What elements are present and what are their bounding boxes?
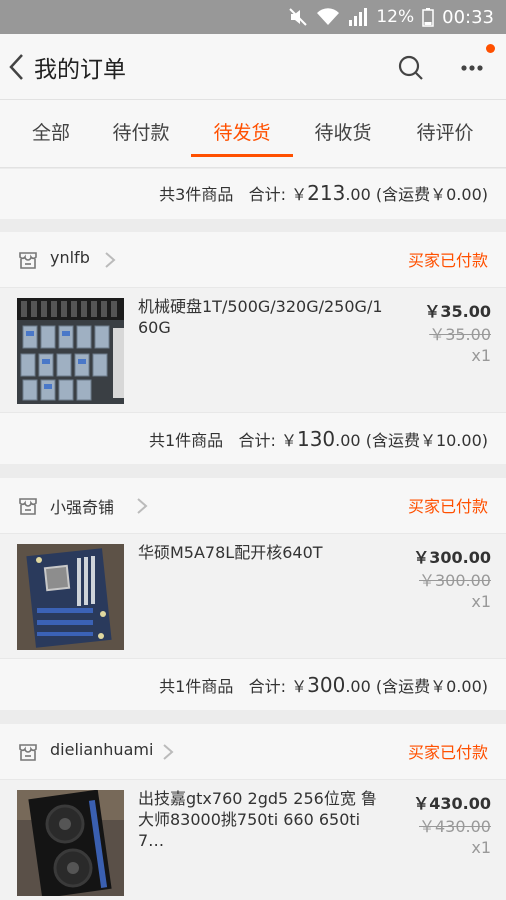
summary-shipping: (含运费￥0.00) — [375, 185, 488, 204]
overall-summary: 共3件商品 合计: ￥213.00 (含运费￥0.00) — [0, 169, 506, 219]
item-quantity: x1 — [471, 592, 491, 611]
battery-percent: 12% — [376, 7, 415, 27]
order-status: 买家已付款 — [407, 497, 488, 516]
order-shipping: (含运费￥0.00) — [375, 677, 488, 696]
item-title[interactable]: 出技嘉gtx760 2gd5 256位宽 鲁大师83000挑750ti 660 … — [138, 788, 384, 851]
order-card[interactable]: dielianhuami 买家已付款 出技嘉gtx760 2gd5 256位宽 … — [0, 724, 506, 900]
order-card[interactable]: 小强奇铺 买家已付款 华硕M5A78L配开核640T ￥300.00 ￥300.… — [0, 478, 506, 710]
item-price: ￥35.00 — [424, 302, 491, 321]
shop-header[interactable]: dielianhuami 买家已付款 — [0, 724, 506, 780]
chevron-right-icon — [162, 743, 174, 761]
item-title[interactable]: 华硕M5A78L配开核640T — [138, 542, 384, 563]
summary-total: 213 — [307, 181, 346, 205]
shop-header[interactable]: ynlfb 买家已付款 — [0, 232, 506, 288]
order-status: 买家已付款 — [407, 251, 488, 270]
store-icon — [18, 742, 38, 762]
order-total: 130 — [296, 427, 336, 451]
battery-icon — [422, 7, 434, 27]
summary-count: 共3件商品 — [159, 185, 234, 204]
item-original-price: ￥300.00 — [419, 571, 491, 590]
item-title[interactable]: 机械硬盘1T/500G/320G/250G/160G — [138, 296, 384, 338]
order-shipping: (含运费￥10.00) — [365, 431, 488, 450]
item-quantity: x1 — [471, 346, 491, 365]
summary-total-decimal: .00 — [345, 185, 371, 204]
chevron-right-icon — [136, 497, 148, 515]
page-title: 我的订单 — [34, 57, 126, 83]
order-currency: ￥ — [291, 677, 308, 696]
item-price: ￥430.00 — [413, 794, 491, 813]
wifi-icon — [316, 7, 340, 27]
item-quantity: x1 — [471, 838, 491, 857]
product-image-graphics-card[interactable] — [17, 790, 124, 896]
order-total: 300 — [307, 673, 346, 697]
tab-pending-shipment[interactable]: 待发货 — [191, 118, 293, 145]
store-icon — [18, 250, 38, 270]
shop-header[interactable]: 小强奇铺 买家已付款 — [0, 478, 506, 534]
order-count: 共1件商品 — [149, 431, 224, 450]
signal-icon — [348, 7, 368, 27]
store-icon — [18, 496, 38, 516]
shop-name[interactable]: dielianhuami — [50, 740, 153, 759]
order-card[interactable]: ynlfb 买家已付款 机械硬盘1T/500G/320G/250G/160G ￥… — [0, 232, 506, 464]
active-tab-indicator — [191, 154, 293, 157]
tab-all[interactable]: 全部 — [0, 118, 102, 145]
shop-name[interactable]: 小强奇铺 — [50, 494, 114, 518]
mute-icon — [288, 7, 308, 27]
order-count: 共1件商品 — [159, 677, 234, 696]
status-bar: 12% 00:33 — [0, 0, 506, 34]
tab-pending-payment[interactable]: 待付款 — [90, 118, 192, 145]
item-price: ￥300.00 — [413, 548, 491, 567]
order-status: 买家已付款 — [407, 743, 488, 762]
item-original-price: ￥430.00 — [419, 817, 491, 836]
order-total-decimal: .00 — [345, 677, 371, 696]
shop-name[interactable]: ynlfb — [50, 248, 90, 267]
item-row[interactable]: 出技嘉gtx760 2gd5 256位宽 鲁大师83000挑750ti 660 … — [0, 780, 506, 900]
order-tabs: 全部 待付款 待发货 待收货 待评价 — [0, 100, 506, 168]
order-total-label: 合计: — [238, 431, 276, 450]
more-icon[interactable] — [458, 58, 488, 78]
notification-dot — [486, 44, 495, 53]
tab-pending-review[interactable]: 待评价 — [394, 118, 496, 145]
back-icon[interactable] — [6, 52, 28, 82]
search-icon[interactable] — [397, 54, 425, 82]
clock: 00:33 — [442, 6, 494, 28]
summary-currency: ￥ — [291, 185, 308, 204]
tab-pending-receipt[interactable]: 待收货 — [292, 118, 394, 145]
order-summary: 共1件商品 合计: ￥300.00 (含运费￥0.00) — [0, 658, 506, 710]
nav-bar: 我的订单 — [0, 34, 506, 100]
item-row[interactable]: 华硕M5A78L配开核640T ￥300.00 ￥300.00 x1 — [0, 534, 506, 658]
product-image-hard-drives[interactable] — [17, 298, 124, 404]
product-image-motherboard[interactable] — [17, 544, 124, 650]
item-row[interactable]: 机械硬盘1T/500G/320G/250G/160G ￥35.00 ￥35.00… — [0, 288, 506, 412]
item-original-price: ￥35.00 — [429, 325, 491, 344]
chevron-right-icon — [104, 251, 116, 269]
summary-total-label: 合计: — [248, 185, 287, 204]
order-total-decimal: .00 — [335, 431, 361, 450]
order-summary: 共1件商品 合计: ￥130.00 (含运费￥10.00) — [0, 412, 506, 464]
order-total-label: 合计: — [248, 677, 287, 696]
order-currency: ￥ — [280, 431, 297, 450]
